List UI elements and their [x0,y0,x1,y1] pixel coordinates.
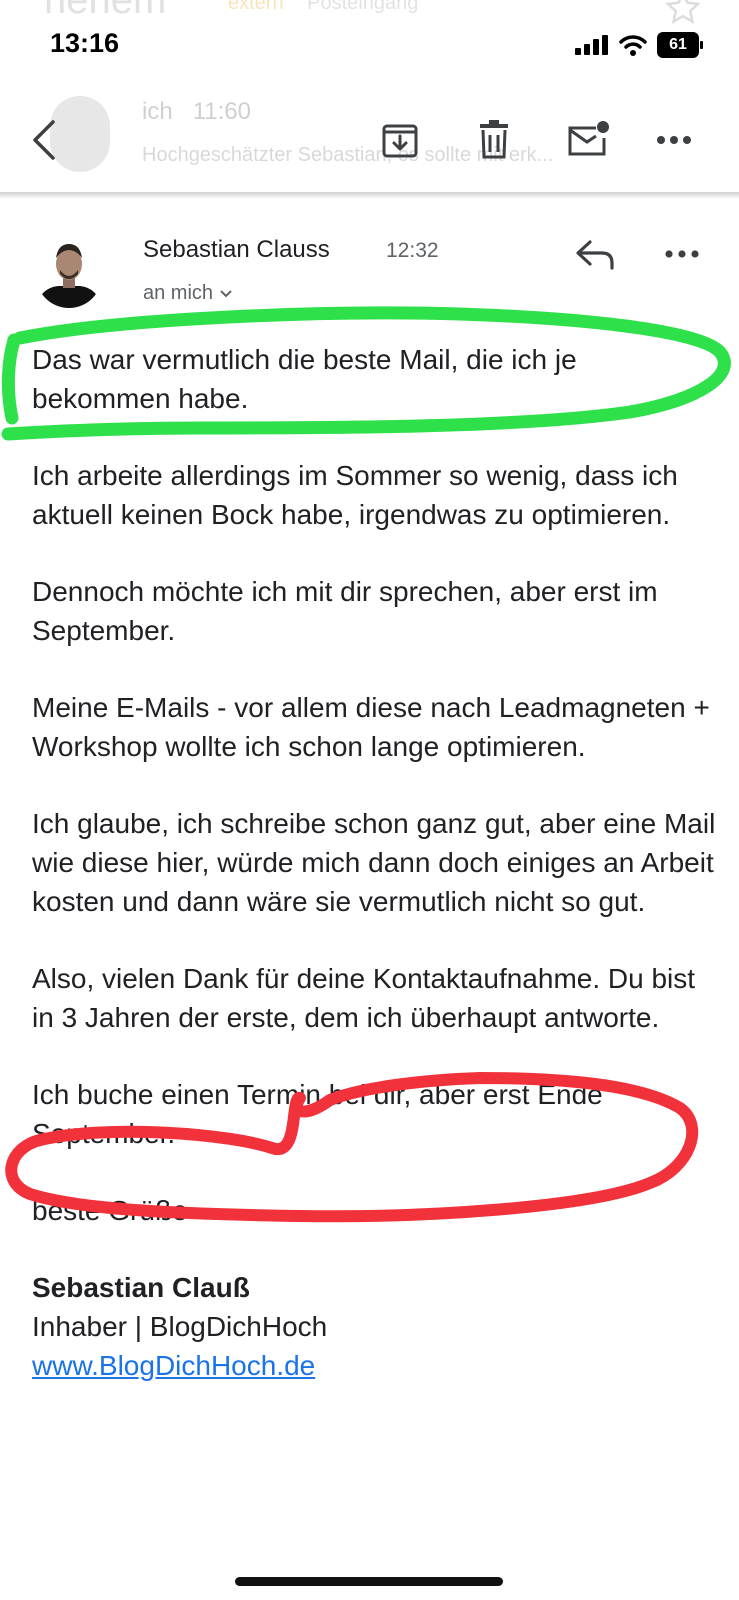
wifi-icon [619,35,647,56]
signature: Sebastian Clauß Inhaber | BlogDichHoch w… [32,1268,722,1385]
sender-avatar-image [36,238,102,308]
signature-name: Sebastian Clauß [32,1272,250,1303]
tag-inbox: Posteingang [307,0,419,14]
recipient-label: an mich [143,282,214,304]
message-toolbar [0,92,739,192]
chevron-down-icon [219,290,232,298]
tag-external: extern [228,0,284,14]
body-paragraph: Ich glaube, ich schreibe schon ganz gut,… [32,808,716,917]
more-horizontal-icon [657,136,691,144]
body-paragraph: Ich buche einen Termin bei dir, aber ers… [32,1079,603,1149]
mail-unread-icon [568,121,609,156]
battery-indicator: 61 [657,32,703,58]
body-paragraph: Also, vielen Dank für deine Kontaktaufna… [32,963,696,1033]
more-options-button[interactable] [646,112,702,168]
reply-icon [576,240,614,270]
status-icons: 61 [575,32,703,58]
chevron-left-icon [33,120,55,160]
home-indicator[interactable] [235,1577,503,1586]
body-paragraph: Das war vermutlich die beste Mail, die i… [32,344,577,414]
recipient-toggle[interactable]: an mich [143,282,233,305]
body-paragraph: Ich arbeite allerdings im Sommer so weni… [32,460,678,530]
signature-role: Inhaber | BlogDichHoch [32,1311,328,1342]
status-time: 13:16 [50,28,120,58]
toolbar-divider [0,192,739,198]
archive-button[interactable] [372,112,428,168]
body-paragraph: Dennoch möchte ich mit dir sprechen, abe… [32,576,658,646]
delete-button[interactable] [466,112,522,168]
mark-unread-button[interactable] [560,112,616,168]
closing-line: beste Grüße [32,1195,188,1226]
message-time: 12:32 [386,239,439,262]
signature-link[interactable]: www.BlogDichHoch.de [32,1346,722,1385]
background-tags: extern Posteingang [228,0,436,15]
cellular-signal-icon [575,35,608,55]
message-body: Das war vermutlich die beste Mail, die i… [32,340,722,1385]
reply-button[interactable] [574,236,618,272]
back-button[interactable] [16,112,72,168]
star-icon [665,0,701,25]
more-horizontal-icon [665,250,699,258]
sender-avatar[interactable] [36,238,102,308]
body-paragraph: Meine E-Mails - vor allem diese nach Lea… [32,692,710,762]
trash-icon [480,120,508,159]
message-more-button[interactable] [664,236,708,272]
background-title: nehem [44,0,167,22]
sender-name[interactable]: Sebastian Clauss [143,236,330,264]
archive-icon [382,124,418,158]
